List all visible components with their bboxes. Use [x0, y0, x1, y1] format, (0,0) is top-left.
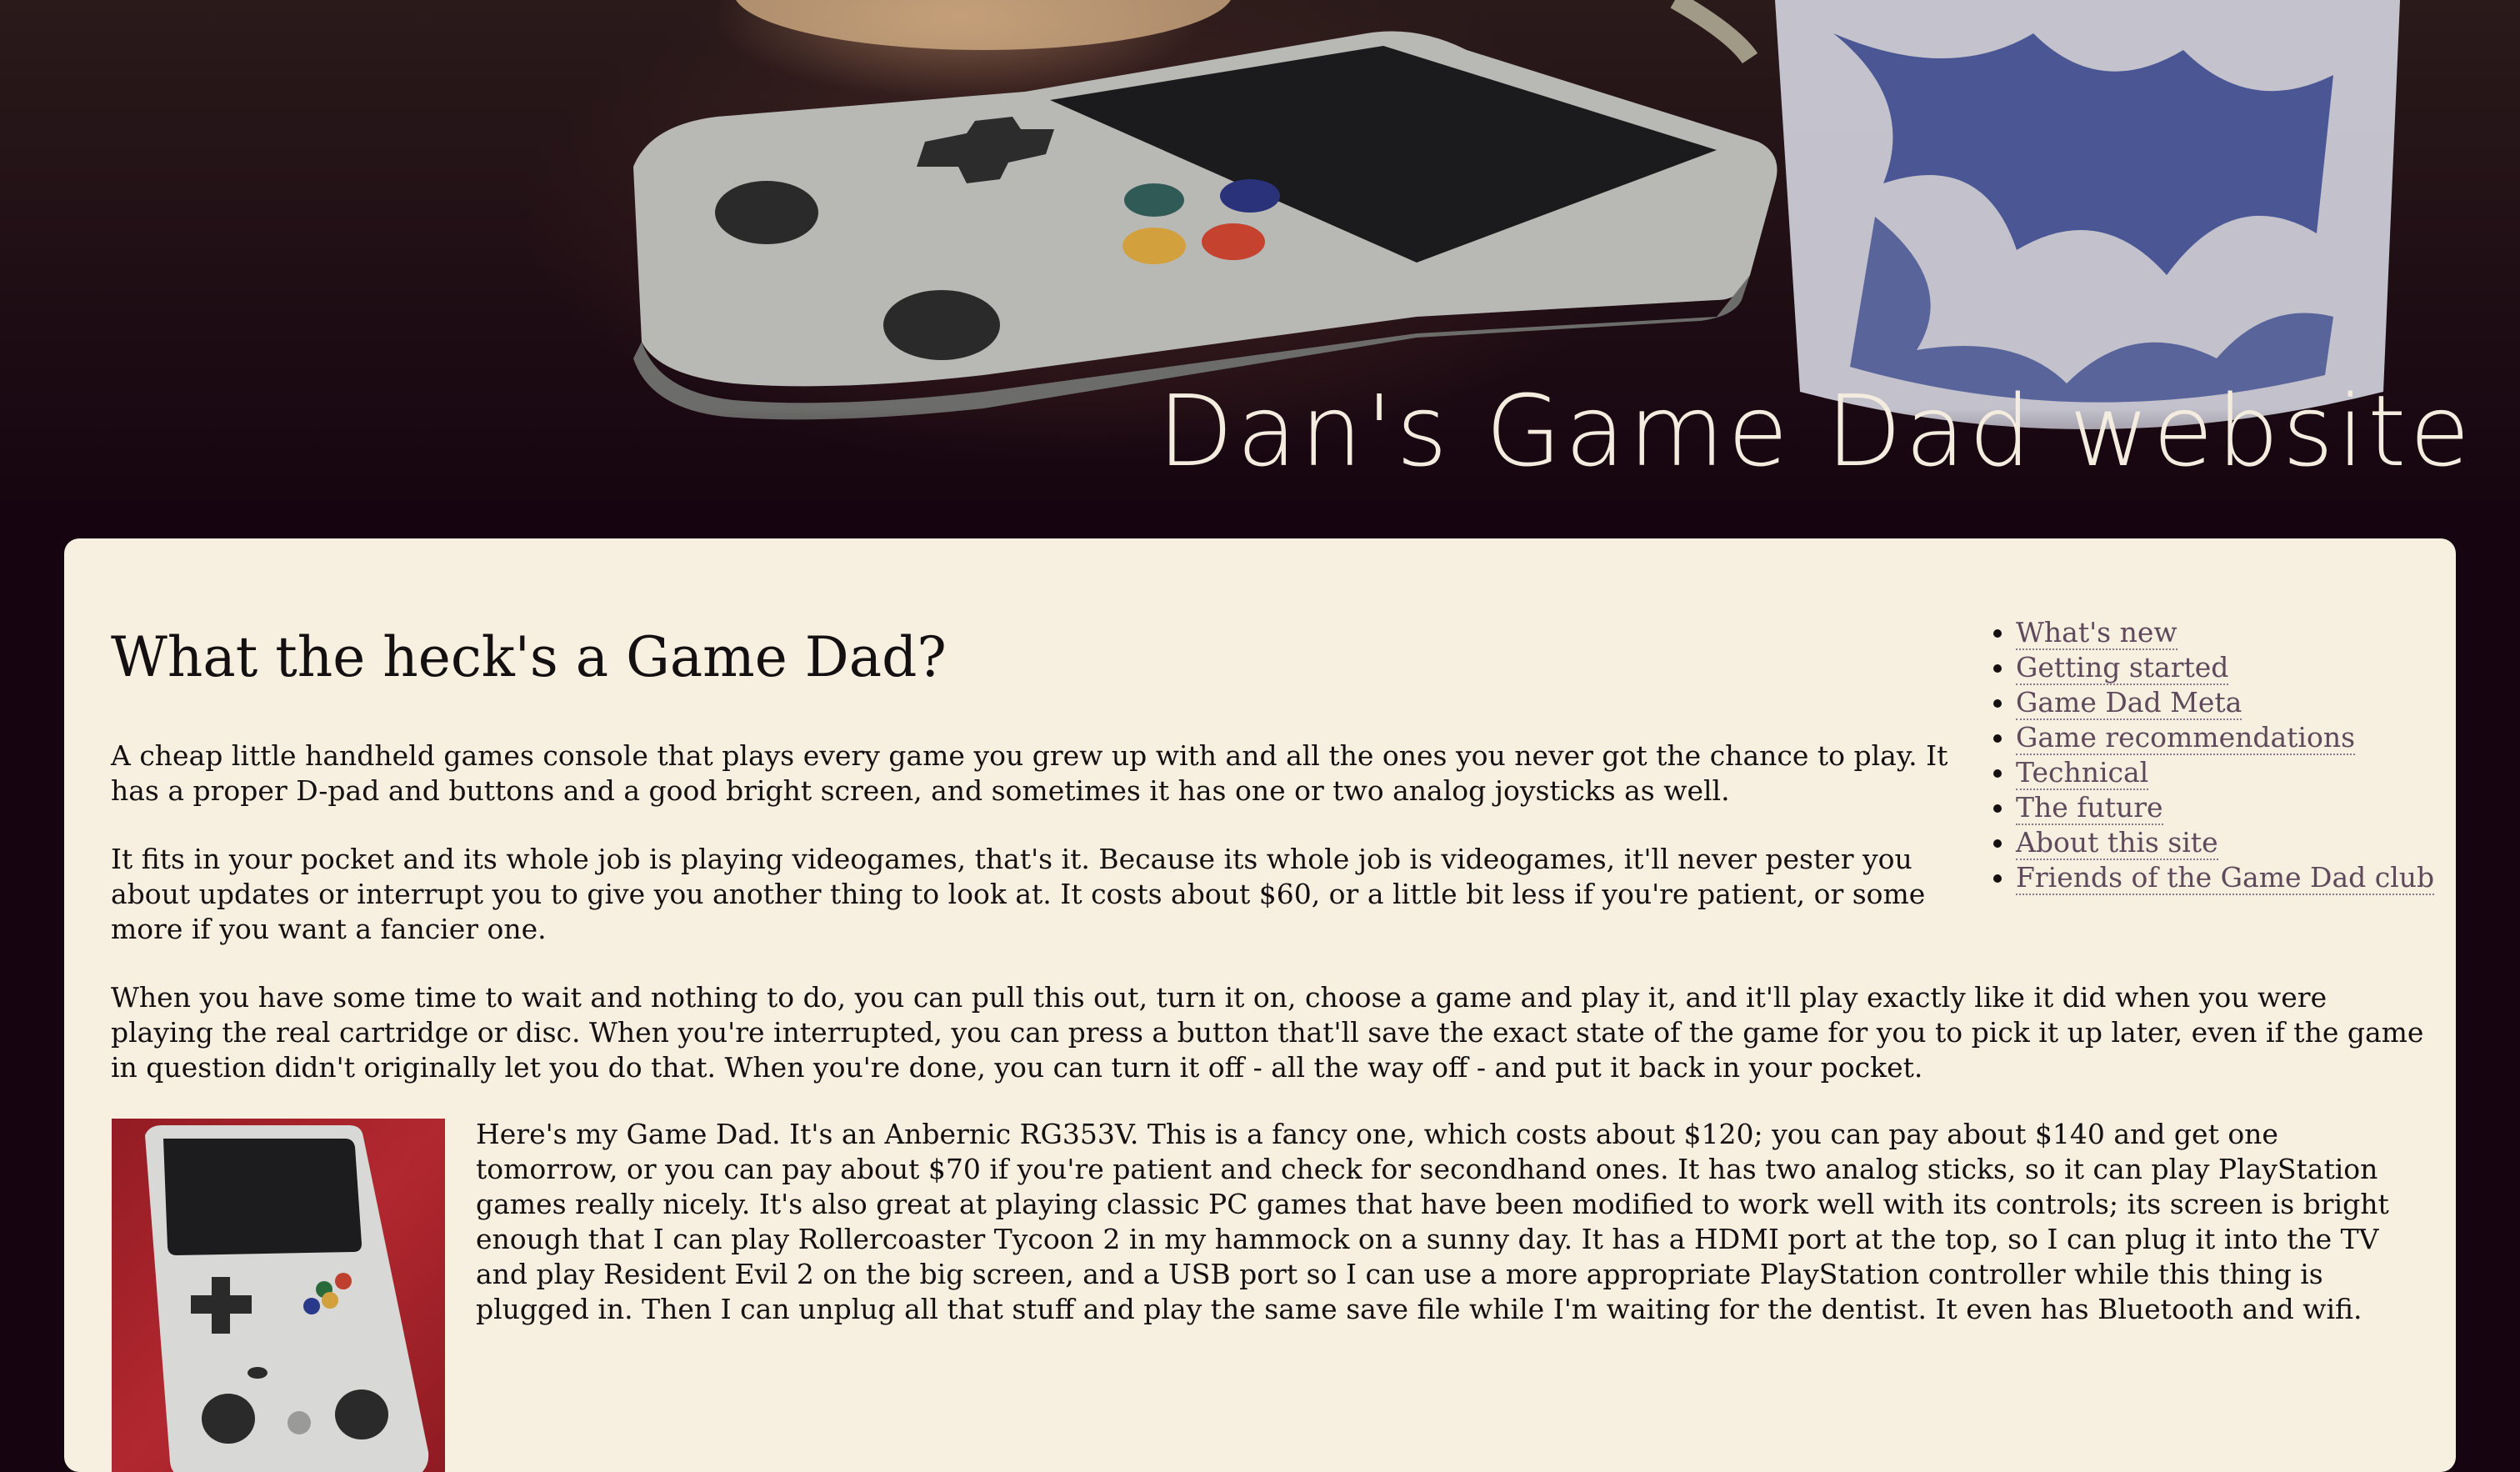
toc-item-about-this-site: About this site [2016, 825, 2456, 860]
pocket-paragraph: It fits in your pocket and its whole job… [111, 843, 1926, 945]
table-of-contents: What's new Getting started Game Dad Meta… [1978, 615, 2456, 895]
toc-item-game-recommendations: Game recommendations [2016, 720, 2456, 755]
toc-link-getting-started[interactable]: Getting started [2016, 651, 2229, 685]
hero-banner: Dan's Game Dad website [0, 0, 2520, 542]
toc-link-friends-club[interactable]: Friends of the Game Dad club [2016, 861, 2435, 895]
toc-link-game-recommendations[interactable]: Game recommendations [2016, 721, 2356, 755]
toc-link-technical[interactable]: Technical [2016, 756, 2149, 790]
toc-link-game-dad-meta[interactable]: Game Dad Meta [2016, 686, 2242, 720]
content-card: What the heck's a Game Dad? What's new G… [64, 538, 2456, 1472]
toc-link-the-future[interactable]: The future [2016, 791, 2163, 825]
my-device-paragraph: Here's my Game Dad. It's an Anbernic RG3… [476, 1118, 2389, 1325]
toc-link-about-this-site[interactable]: About this site [2016, 826, 2218, 860]
toc-item-getting-started: Getting started [2016, 650, 2456, 685]
toc-item-game-dad-meta: Game Dad Meta [2016, 685, 2456, 720]
device-photo [112, 1119, 445, 1472]
page-title: What the heck's a Game Dad? [111, 625, 947, 689]
toc-item-technical: Technical [2016, 755, 2456, 790]
toc-item-the-future: The future [2016, 790, 2456, 825]
usage-paragraph: When you have some time to wait and noth… [111, 981, 2424, 1084]
intro-paragraph: A cheap little handheld games console th… [111, 739, 1948, 807]
toc-item-friends-club: Friends of the Game Dad club [2016, 860, 2456, 895]
site-title: Dan's Game Dad website [1158, 373, 2473, 488]
toc-item-whats-new: What's new [2016, 615, 2456, 650]
toc-link-whats-new[interactable]: What's new [2016, 616, 2178, 650]
